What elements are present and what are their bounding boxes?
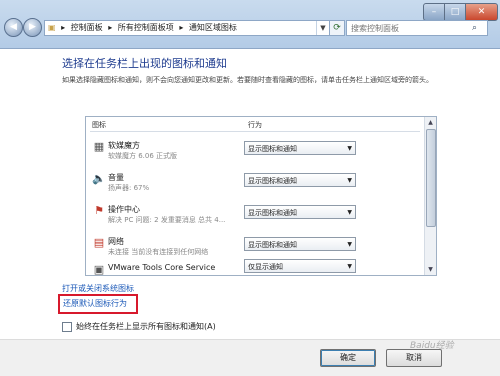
grid-app-icon: ▦ <box>93 140 105 153</box>
item-name: 操作中心 <box>108 205 140 214</box>
network-icon: ▤ <box>93 236 105 249</box>
title-address-bar: – □ ✕ ◀ ▶ ▣ ▸ 控制面板 ▸ 所有控制面板项 ▸ 通知区域图标 ▼ … <box>0 0 500 49</box>
behavior-value: 显示图标和通知 <box>248 241 297 249</box>
item-name: 音量 <box>108 173 124 182</box>
scroll-up-icon[interactable]: ▲ <box>426 118 435 127</box>
breadcrumb-separator: ▸ <box>61 23 66 32</box>
address-bar[interactable]: ▣ ▸ 控制面板 ▸ 所有控制面板项 ▸ 通知区域图标 ▼ <box>44 20 330 36</box>
behavior-select[interactable]: 显示图标和通知 ▼ <box>244 141 356 155</box>
ok-button[interactable]: 确定 <box>320 349 376 367</box>
behavior-select[interactable]: 显示图标和通知 ▼ <box>244 173 356 187</box>
always-show-option[interactable]: 始终在任务栏上显示所有图标和通知(A) <box>62 321 216 332</box>
back-button[interactable]: ◀ <box>4 18 23 37</box>
always-show-label: 始终在任务栏上显示所有图标和通知(A) <box>76 322 216 331</box>
scroll-down-icon[interactable]: ▼ <box>426 265 435 274</box>
close-button[interactable]: ✕ <box>465 3 498 21</box>
item-name: 网络 <box>108 237 124 246</box>
page-title: 选择在任务栏上出现的图标和通知 <box>62 57 227 70</box>
restore-default-link[interactable]: 还原默认图标行为 <box>63 298 127 309</box>
item-subtitle: 未连接 当前没有连接到任何网络 <box>108 248 209 256</box>
list-item: 🔈 音量 扬声器: 67% 显示图标和通知 ▼ <box>86 169 424 203</box>
address-dropdown-icon[interactable]: ▼ <box>316 21 329 35</box>
dropdown-arrow-icon: ▼ <box>347 263 352 270</box>
main-content: 选择在任务栏上出现的图标和通知 如果选择隐藏图标和通知，则不会向您通知更改和更新… <box>0 49 500 339</box>
watermark: Baidu经验 <box>410 341 454 351</box>
dropdown-arrow-icon: ▼ <box>347 177 352 184</box>
speaker-icon: 🔈 <box>92 172 106 185</box>
item-subtitle: 解决 PC 问题: 2 发重要消息 总共 4... <box>108 216 226 224</box>
header-divider <box>90 131 420 132</box>
item-name: VMware Tools Core Service <box>108 263 216 272</box>
list-item: ▦ 软媒魔方 软媒魔方 6.06 正式版 显示图标和通知 ▼ <box>86 137 424 171</box>
cancel-button[interactable]: 取消 <box>386 349 442 367</box>
always-show-checkbox[interactable] <box>62 321 72 332</box>
vmware-icon: ▣ <box>93 263 105 276</box>
maximize-button[interactable]: □ <box>444 3 466 21</box>
scroll-thumb[interactable] <box>426 129 436 227</box>
refresh-icon[interactable]: ⟳ <box>329 20 345 36</box>
search-input[interactable] <box>347 21 469 35</box>
dropdown-arrow-icon: ▼ <box>347 209 352 216</box>
breadcrumb-control-panel[interactable]: 控制面板 <box>71 21 103 35</box>
icon-list: 图标 行为 ▦ 软媒魔方 软媒魔方 6.06 正式版 显示图标和通知 ▼ 🔈 音量… <box>85 116 437 276</box>
behavior-value: 显示图标和通知 <box>248 177 297 185</box>
breadcrumb-all-items[interactable]: 所有控制面板项 <box>118 21 174 35</box>
behavior-select[interactable]: 显示图标和通知 ▼ <box>244 237 356 251</box>
behavior-select[interactable]: 仅显示通知 ▼ <box>244 259 356 273</box>
system-icons-link[interactable]: 打开或关闭系统图标 <box>62 283 134 294</box>
breadcrumb-separator: ▸ <box>179 23 184 32</box>
behavior-value: 显示图标和通知 <box>248 209 297 217</box>
folder-icon: ▣ <box>48 23 56 32</box>
search-box[interactable]: ⌕ <box>346 20 488 36</box>
breadcrumb-notification-icons[interactable]: 通知区域图标 <box>189 21 237 35</box>
behavior-value: 显示图标和通知 <box>248 145 297 153</box>
item-subtitle: 扬声器: 67% <box>108 184 150 192</box>
dropdown-arrow-icon: ▼ <box>347 145 352 152</box>
column-header-behavior: 行为 <box>248 121 262 129</box>
page-description: 如果选择隐藏图标和通知，则不会向您通知更改和更新。若要随时查看隐藏的图标，请单击… <box>62 76 433 84</box>
item-name: 软媒魔方 <box>108 141 140 150</box>
behavior-select[interactable]: 显示图标和通知 ▼ <box>244 205 356 219</box>
vertical-scrollbar[interactable]: ▲ ▼ <box>424 117 436 275</box>
column-header-icons: 图标 <box>92 121 106 129</box>
forward-button[interactable]: ▶ <box>23 18 42 37</box>
flag-icon: ⚑ <box>94 204 104 217</box>
control-panel-window: – □ ✕ ◀ ▶ ▣ ▸ 控制面板 ▸ 所有控制面板项 ▸ 通知区域图标 ▼ … <box>0 0 500 376</box>
item-subtitle: 软媒魔方 6.06 正式版 <box>108 152 178 160</box>
dropdown-arrow-icon: ▼ <box>347 241 352 248</box>
behavior-value: 仅显示通知 <box>248 263 283 271</box>
minimize-button[interactable]: – <box>423 3 445 21</box>
list-item: ⚑ 操作中心 解决 PC 问题: 2 发重要消息 总共 4... 显示图标和通知… <box>86 201 424 235</box>
search-icon[interactable]: ⌕ <box>472 22 484 34</box>
breadcrumb-separator: ▸ <box>108 23 113 32</box>
list-item: ▣ VMware Tools Core Service 仅显示通知 ▼ <box>86 259 424 276</box>
